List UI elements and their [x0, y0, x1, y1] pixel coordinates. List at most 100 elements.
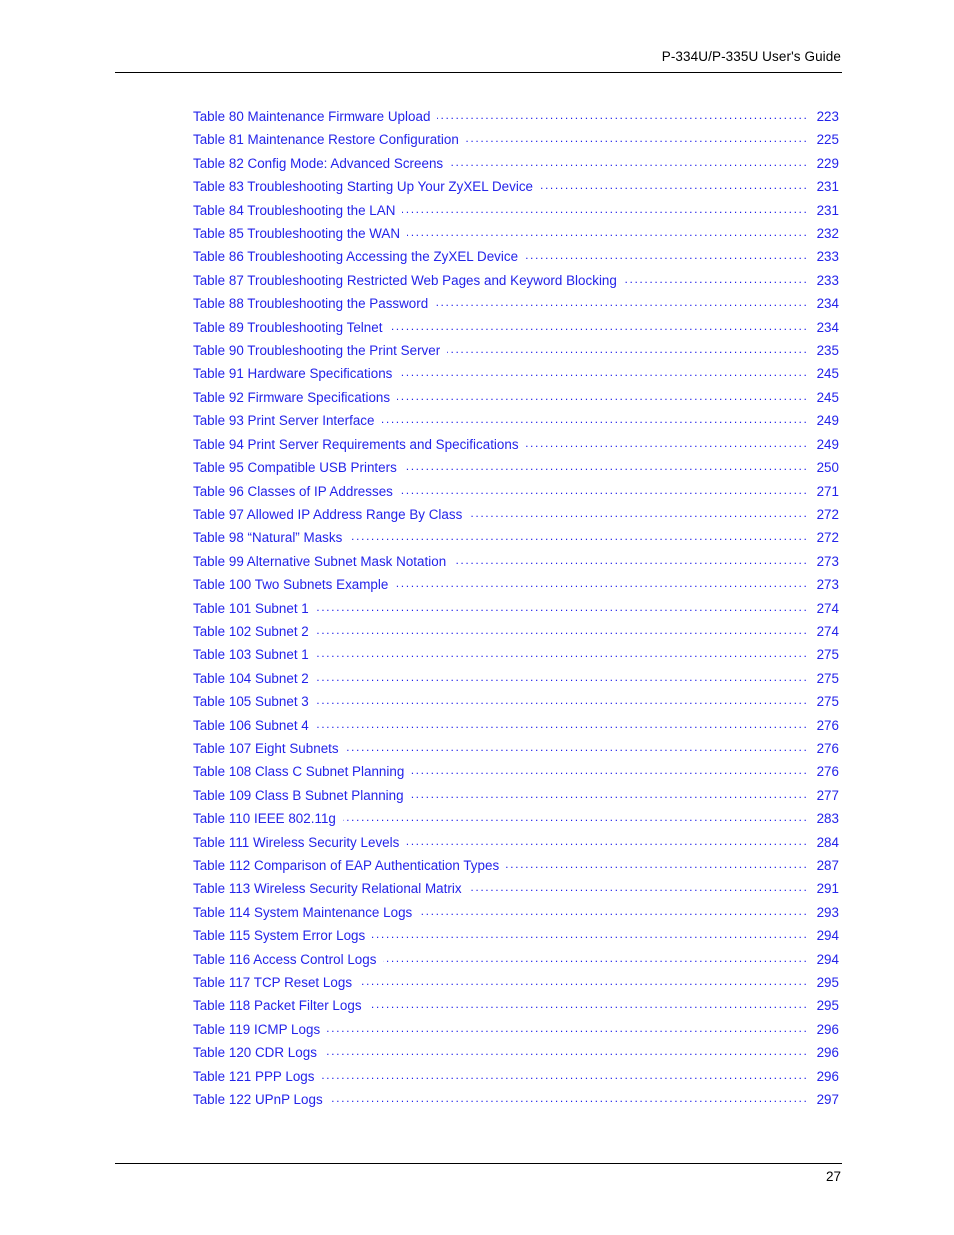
- toc-entry[interactable]: Table 111 Wireless Security Levels 284: [193, 831, 839, 854]
- header-divider: [115, 72, 842, 73]
- toc-leader-dots: [526, 435, 806, 449]
- toc-leader-dots: [381, 411, 806, 425]
- toc-entry-label: Table 84 Troubleshooting the LAN: [193, 202, 396, 218]
- toc-leader-dots: [359, 973, 806, 987]
- toc-entry-page-number: 223: [816, 109, 839, 124]
- toc-entry[interactable]: Table 84 Troubleshooting the LAN 231: [193, 199, 839, 222]
- toc-entry[interactable]: Table 89 Troubleshooting Telnet 234: [193, 316, 839, 339]
- toc-entry[interactable]: Table 90 Troubleshooting the Print Serve…: [193, 339, 839, 362]
- toc-entry[interactable]: Table 110 IEEE 802.11g 283: [193, 807, 839, 830]
- toc-entry[interactable]: Table 101 Subnet 1 274: [193, 597, 839, 620]
- toc-entry-label: Table 118 Packet Filter Logs: [193, 998, 362, 1014]
- toc-leader-dots: [316, 622, 806, 636]
- toc-entry-page-number: 275: [816, 694, 839, 710]
- toc-entry[interactable]: Table 97 Allowed IP Address Range By Cla…: [193, 503, 839, 526]
- toc-entry[interactable]: Table 83 Troubleshooting Starting Up You…: [193, 175, 839, 198]
- toc-entry[interactable]: Table 119 ICMP Logs 296: [193, 1018, 839, 1041]
- toc-entry[interactable]: Table 117 TCP Reset Logs 295: [193, 971, 839, 994]
- toc-leader-dots: [327, 1020, 806, 1034]
- toc-entry[interactable]: Table 96 Classes of IP Addresses 271: [193, 480, 839, 503]
- toc-entry-label: Table 91 Hardware Specifications: [193, 366, 393, 382]
- running-footer: 27: [115, 1167, 841, 1191]
- toc-leader-dots: [316, 645, 806, 659]
- toc-leader-dots: [404, 458, 806, 472]
- toc-entry[interactable]: Table 103 Subnet 1 275: [193, 643, 839, 666]
- toc-entry[interactable]: Table 81 Maintenance Restore Configurati…: [193, 128, 839, 151]
- toc-entry[interactable]: Table 92 Firmware Specifications 245: [193, 386, 839, 409]
- toc-entry[interactable]: Table 98 “Natural” Masks 272: [193, 526, 839, 549]
- toc-entry-label: Table 93 Print Server Interface: [193, 413, 375, 429]
- toc-leader-dots: [506, 856, 806, 870]
- toc-leader-dots: [316, 599, 806, 613]
- toc-leader-dots: [372, 926, 806, 940]
- toc-leader-dots: [540, 177, 806, 191]
- toc-entry[interactable]: Table 120 CDR Logs 296: [193, 1041, 839, 1064]
- toc-entry[interactable]: Table 94 Print Server Requirements and S…: [193, 433, 839, 456]
- toc-leader-dots: [343, 809, 806, 823]
- toc-entry[interactable]: Table 112 Comparison of EAP Authenticati…: [193, 854, 839, 877]
- toc-entry-page-number: 271: [816, 483, 839, 499]
- toc-entry[interactable]: Table 105 Subnet 3 275: [193, 690, 839, 713]
- toc-entry[interactable]: Table 80 Maintenance Firmware Upload 223: [193, 105, 839, 128]
- toc-entry-label: Table 109 Class B Subnet Planning: [193, 787, 404, 803]
- toc-entry[interactable]: Table 88 Troubleshooting the Password 234: [193, 292, 839, 315]
- toc-entry[interactable]: Table 91 Hardware Specifications 245: [193, 362, 839, 385]
- toc-entry-page-number: 296: [816, 1068, 839, 1084]
- page-number: 27: [825, 1169, 841, 1184]
- toc-entry[interactable]: Table 104 Subnet 2 275: [193, 667, 839, 690]
- toc-entry-label: Table 82 Config Mode: Advanced Screens: [193, 155, 444, 171]
- toc-entry-page-number: 234: [816, 319, 839, 335]
- toc-leader-dots: [346, 739, 806, 753]
- toc-entry[interactable]: Table 115 System Error Logs 294: [193, 924, 839, 947]
- toc-entry-label: Table 96 Classes of IP Addresses: [193, 483, 393, 499]
- toc-leader-dots: [397, 388, 806, 402]
- toc-entry-label: Table 105 Subnet 3: [193, 694, 309, 710]
- toc-entry[interactable]: Table 116 Access Control Logs 294: [193, 948, 839, 971]
- toc-entry[interactable]: Table 107 Eight Subnets 276: [193, 737, 839, 760]
- toc-entry[interactable]: Table 82 Config Mode: Advanced Screens 22…: [193, 152, 839, 175]
- toc-entry[interactable]: Table 93 Print Server Interface 249: [193, 409, 839, 432]
- toc-entry-label: Table 80 Maintenance Firmware Upload: [193, 109, 431, 124]
- toc-entry-label: Table 119 ICMP Logs: [193, 1021, 321, 1037]
- toc-leader-dots: [400, 482, 806, 496]
- toc-entry-label: Table 122 UPnP Logs: [193, 1092, 323, 1108]
- footer-divider: [115, 1163, 842, 1164]
- toc-entry[interactable]: Table 121 PPP Logs 296: [193, 1065, 839, 1088]
- toc-entry-page-number: 296: [816, 1045, 839, 1061]
- toc-entry-label: Table 88 Troubleshooting the Password: [193, 296, 429, 312]
- toc-entry[interactable]: Table 85 Troubleshooting the WAN 232: [193, 222, 839, 245]
- toc-entry-page-number: 284: [816, 834, 839, 850]
- toc-entry[interactable]: Table 113 Wireless Security Relational M…: [193, 877, 839, 900]
- toc-entry-label: Table 95 Compatible USB Printers: [193, 460, 397, 476]
- toc-leader-dots: [316, 692, 806, 706]
- toc-entry[interactable]: Table 108 Class C Subnet Planning 276: [193, 760, 839, 783]
- toc-leader-dots: [399, 364, 806, 378]
- toc-entry-page-number: 229: [816, 155, 839, 171]
- toc-leader-dots: [453, 552, 806, 566]
- toc-entry-label: Table 120 CDR Logs: [193, 1045, 317, 1061]
- toc-leader-dots: [469, 879, 806, 893]
- toc-entry-label: Table 117 TCP Reset Logs: [193, 975, 353, 991]
- toc-entry[interactable]: Table 86 Troubleshooting Accessing the Z…: [193, 245, 839, 268]
- toc-entry[interactable]: Table 118 Packet Filter Logs 295: [193, 994, 839, 1017]
- toc-entry[interactable]: Table 122 UPnP Logs 297: [193, 1088, 839, 1111]
- toc-entry-label: Table 98 “Natural” Masks: [193, 530, 343, 546]
- header-title: P-334U/P-335U User's Guide: [661, 49, 841, 64]
- toc-entry[interactable]: Table 87 Troubleshooting Restricted Web …: [193, 269, 839, 292]
- toc-leader-dots: [419, 903, 806, 917]
- toc-entry[interactable]: Table 99 Alternative Subnet Mask Notatio…: [193, 550, 839, 573]
- toc-entry[interactable]: Table 109 Class B Subnet Planning 277: [193, 784, 839, 807]
- toc-entry-page-number: 249: [816, 413, 839, 429]
- toc-entry[interactable]: Table 95 Compatible USB Printers 250: [193, 456, 839, 479]
- toc-entry-label: Table 108 Class C Subnet Planning: [193, 764, 405, 780]
- toc-leader-dots: [349, 528, 806, 542]
- toc-entry[interactable]: Table 114 System Maintenance Logs 293: [193, 901, 839, 924]
- toc-entry[interactable]: Table 106 Subnet 4 276: [193, 714, 839, 737]
- toc-leader-dots: [450, 154, 806, 168]
- toc-entry-page-number: 233: [816, 272, 839, 288]
- toc-entry[interactable]: Table 102 Subnet 2 274: [193, 620, 839, 643]
- toc-entry-page-number: 245: [816, 366, 839, 382]
- toc-entry-page-number: 235: [816, 343, 839, 359]
- toc-entry[interactable]: Table 100 Two Subnets Example 273: [193, 573, 839, 596]
- toc-entry-label: Table 111 Wireless Security Levels: [193, 834, 400, 850]
